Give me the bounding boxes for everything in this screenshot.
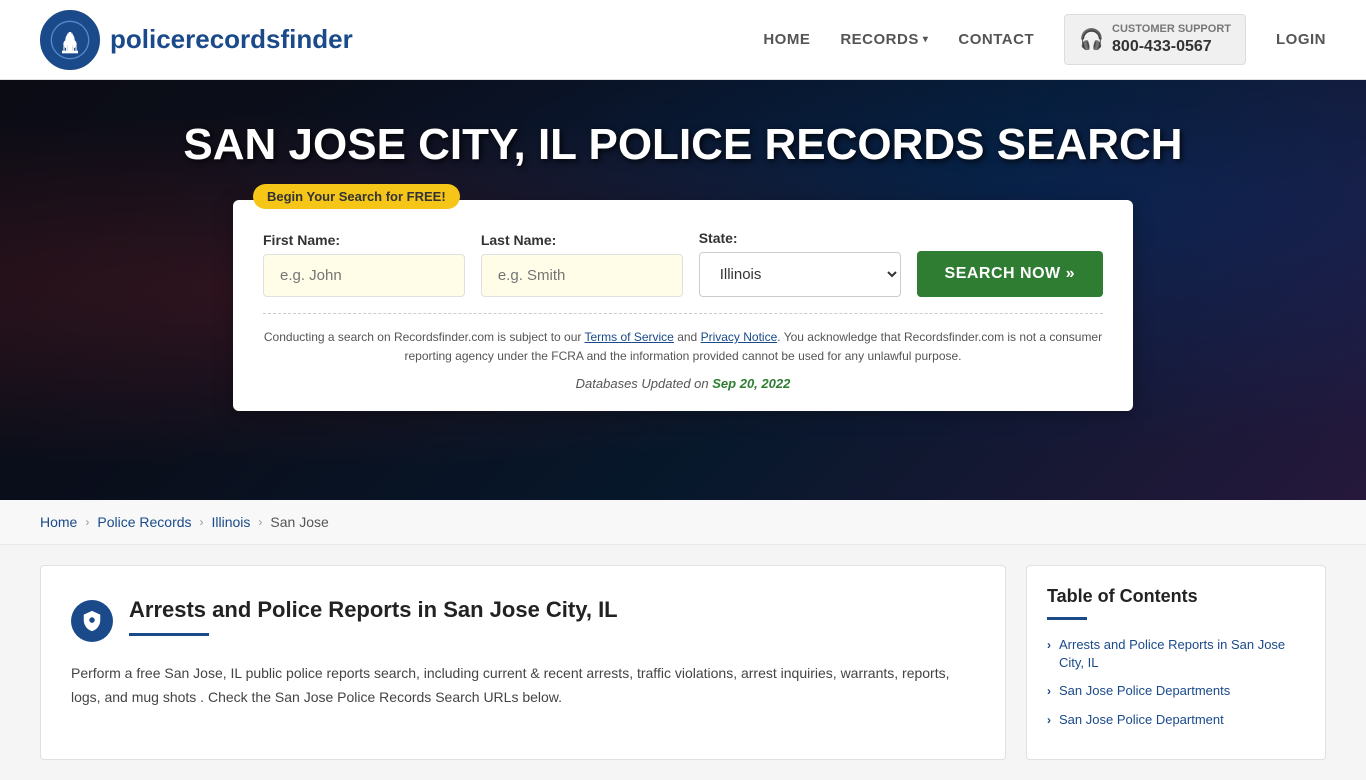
article-title-block: Arrests and Police Reports in San Jose C… <box>129 596 618 636</box>
free-badge: Begin Your Search for FREE! <box>253 184 460 209</box>
main-content: Arrests and Police Reports in San Jose C… <box>0 545 1366 780</box>
nav-contact[interactable]: CONTACT <box>958 31 1034 48</box>
last-name-input[interactable] <box>481 254 683 297</box>
nav-home[interactable]: HOME <box>763 31 810 48</box>
logo-text: policerecordsfinder <box>110 24 353 55</box>
breadcrumb: Home › Police Records › Illinois › San J… <box>0 500 1366 545</box>
toc-title: Table of Contents <box>1047 586 1305 607</box>
toc-item: › Arrests and Police Reports in San Jose … <box>1047 636 1305 672</box>
state-select[interactable]: AlabamaAlaskaArizonaArkansasCaliforniaCo… <box>699 252 901 297</box>
toc-chevron-icon: › <box>1047 684 1051 698</box>
toc-items: › Arrests and Police Reports in San Jose … <box>1047 636 1305 729</box>
toc-link[interactable]: Arrests and Police Reports in San Jose C… <box>1059 636 1305 672</box>
logo-area[interactable]: policerecordsfinder <box>40 10 353 70</box>
logo-icon <box>40 10 100 70</box>
site-header: policerecordsfinder HOME RECORDS ▾ CONTA… <box>0 0 1366 80</box>
breadcrumb-home[interactable]: Home <box>40 514 77 530</box>
toc-item: › San Jose Police Departments <box>1047 682 1305 700</box>
breadcrumb-sep-1: › <box>85 515 89 529</box>
last-name-label: Last Name: <box>481 232 683 248</box>
hero-section: SAN JOSE CITY, IL POLICE RECORDS SEARCH … <box>0 80 1366 500</box>
search-card: Begin Your Search for FREE! First Name: … <box>233 200 1133 411</box>
breadcrumb-police-records[interactable]: Police Records <box>97 514 191 530</box>
records-chevron-icon: ▾ <box>923 34 929 45</box>
breadcrumb-sep-3: › <box>258 515 262 529</box>
article-title: Arrests and Police Reports in San Jose C… <box>129 596 618 625</box>
search-now-button[interactable]: SEARCH NOW » <box>917 251 1103 297</box>
last-name-field-group: Last Name: <box>481 232 683 297</box>
toc-item: › San Jose Police Department <box>1047 711 1305 729</box>
breadcrumb-illinois[interactable]: Illinois <box>212 514 251 530</box>
article-heading: Arrests and Police Reports in San Jose C… <box>71 596 975 642</box>
headset-icon: 🎧 <box>1079 27 1104 52</box>
toc-chevron-icon: › <box>1047 638 1051 652</box>
table-of-contents: Table of Contents › Arrests and Police Re… <box>1026 565 1326 760</box>
title-underline <box>129 633 209 636</box>
main-nav: HOME RECORDS ▾ CONTACT 🎧 CUSTOMER SUPPOR… <box>763 14 1326 64</box>
support-number: 800-433-0567 <box>1112 37 1231 56</box>
toc-underline <box>1047 617 1087 620</box>
terms-link[interactable]: Terms of Service <box>585 330 674 344</box>
content-left: Arrests and Police Reports in San Jose C… <box>40 565 1006 760</box>
support-label: CUSTOMER SUPPORT <box>1112 23 1231 36</box>
first-name-field-group: First Name: <box>263 232 465 297</box>
search-row: First Name: Last Name: State: AlabamaAla… <box>263 230 1103 297</box>
badge-icon <box>71 600 113 642</box>
customer-support-block[interactable]: 🎧 CUSTOMER SUPPORT 800-433-0567 <box>1064 14 1246 64</box>
article-body: Perform a free San Jose, IL public polic… <box>71 662 975 710</box>
state-label: State: <box>699 230 901 246</box>
breadcrumb-sep-2: › <box>200 515 204 529</box>
toc-link[interactable]: San Jose Police Departments <box>1059 682 1230 700</box>
hero-title: SAN JOSE CITY, IL POLICE RECORDS SEARCH <box>183 120 1182 170</box>
toc-chevron-icon: › <box>1047 713 1051 727</box>
first-name-label: First Name: <box>263 232 465 248</box>
disclaimer-text: Conducting a search on Recordsfinder.com… <box>263 313 1103 366</box>
db-update: Databases Updated on Sep 20, 2022 <box>263 376 1103 391</box>
breadcrumb-san-jose: San Jose <box>270 514 328 530</box>
state-field-group: State: AlabamaAlaskaArizonaArkansasCalif… <box>699 230 901 297</box>
login-button[interactable]: LOGIN <box>1276 31 1326 48</box>
first-name-input[interactable] <box>263 254 465 297</box>
toc-link[interactable]: San Jose Police Department <box>1059 711 1224 729</box>
privacy-link[interactable]: Privacy Notice <box>701 330 778 344</box>
nav-records[interactable]: RECORDS ▾ <box>840 31 928 48</box>
